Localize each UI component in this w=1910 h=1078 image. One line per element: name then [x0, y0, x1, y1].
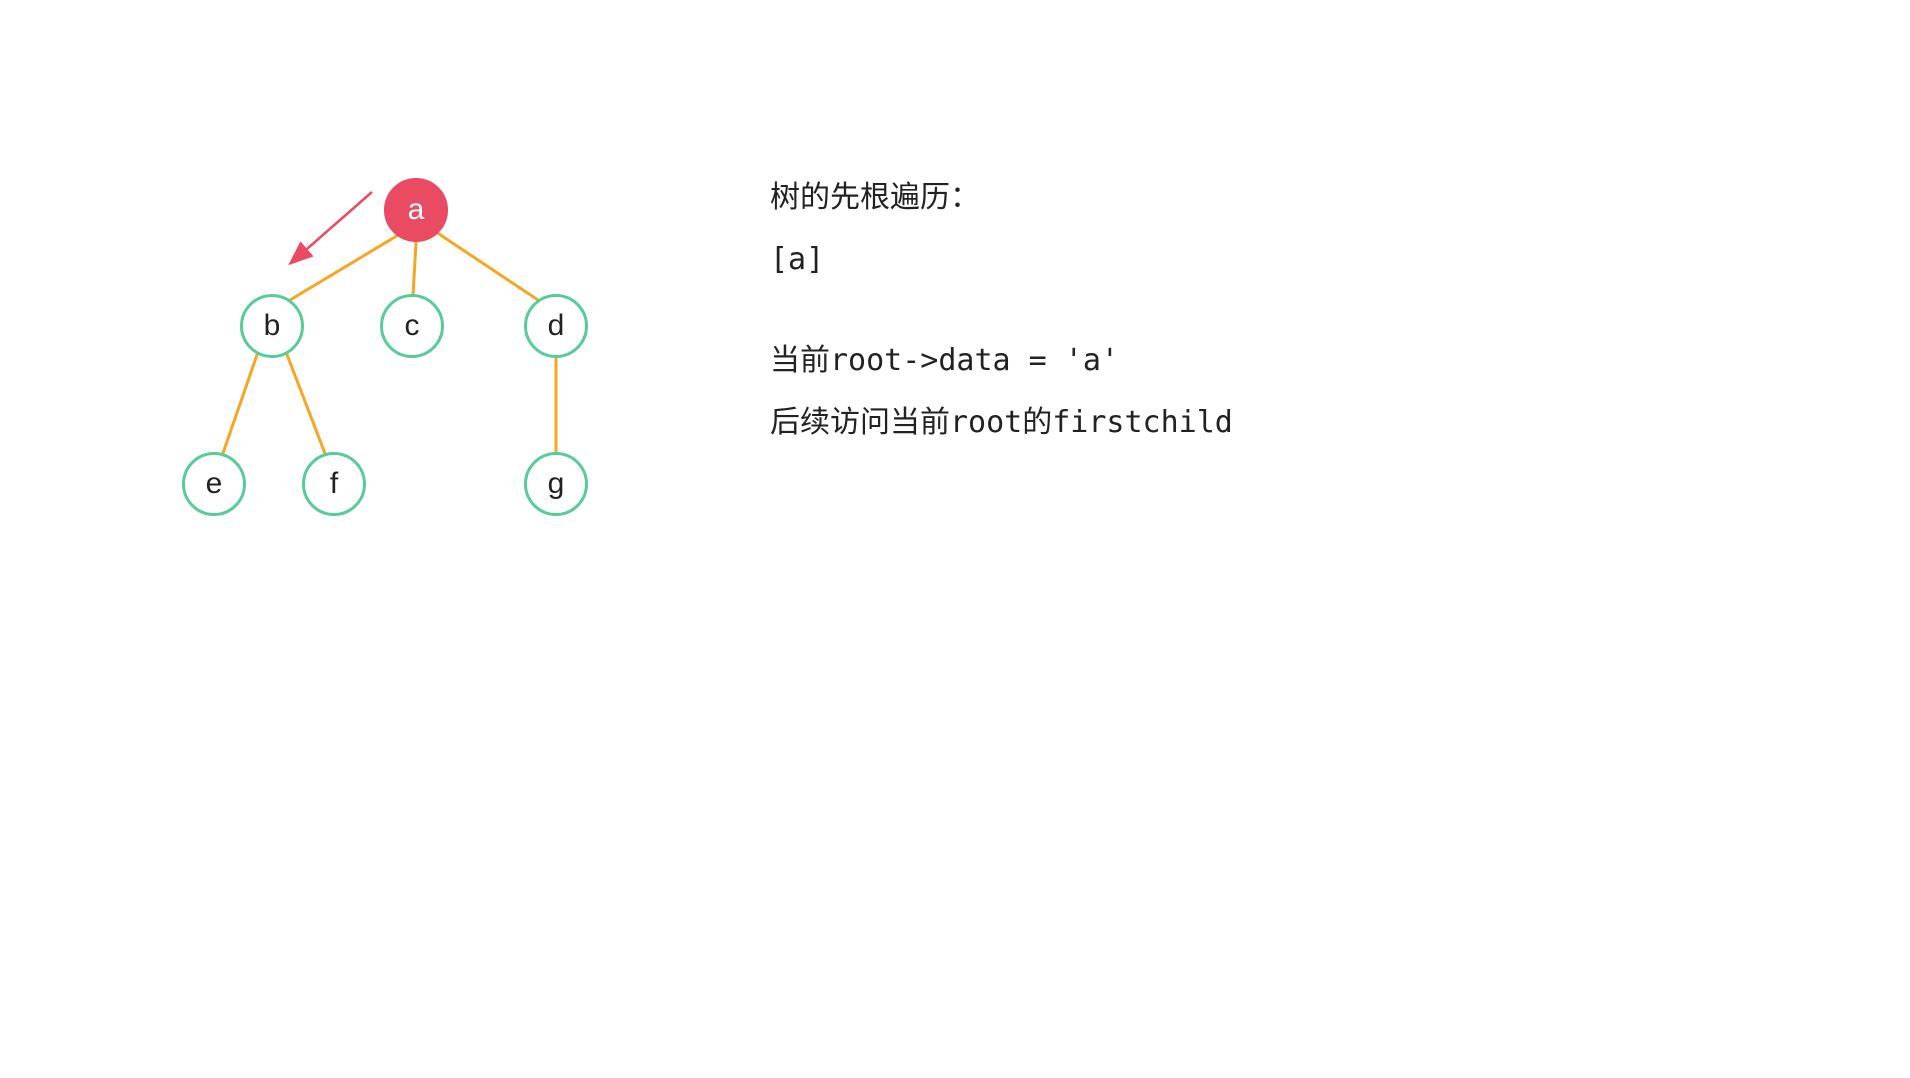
node-label: d	[548, 309, 565, 343]
node-label: b	[264, 309, 281, 343]
edge-b-f	[286, 352, 326, 456]
node-label: e	[206, 467, 223, 501]
sequence-line: [a]	[770, 232, 1233, 288]
node-g: g	[524, 452, 588, 516]
status-line-2: 后续访问当前root的firstchild	[770, 395, 1233, 451]
title-line: 树的先根遍历：	[770, 170, 1233, 226]
traversal-arrow	[292, 192, 372, 262]
node-c: c	[380, 294, 444, 358]
node-label: a	[408, 193, 425, 227]
node-label: f	[330, 467, 338, 501]
status-line-1: 当前root->data = 'a'	[770, 333, 1233, 389]
edge-a-c	[413, 242, 416, 296]
edge-a-d	[436, 232, 538, 300]
explanation-text: 树的先根遍历： [a] 当前root->data = 'a' 后续访问当前roo…	[770, 170, 1233, 456]
node-e: e	[182, 452, 246, 516]
node-label: g	[548, 467, 565, 501]
edge-b-e	[222, 352, 258, 456]
node-a: a	[384, 178, 448, 242]
node-b: b	[240, 294, 304, 358]
node-f: f	[302, 452, 366, 516]
tree-edges	[0, 0, 1910, 1078]
edge-a-b	[290, 234, 400, 300]
diagram-canvas: a b c d e f g 树的先根遍历： [a] 当前root->data =…	[0, 0, 1910, 1078]
node-d: d	[524, 294, 588, 358]
node-label: c	[405, 309, 420, 343]
